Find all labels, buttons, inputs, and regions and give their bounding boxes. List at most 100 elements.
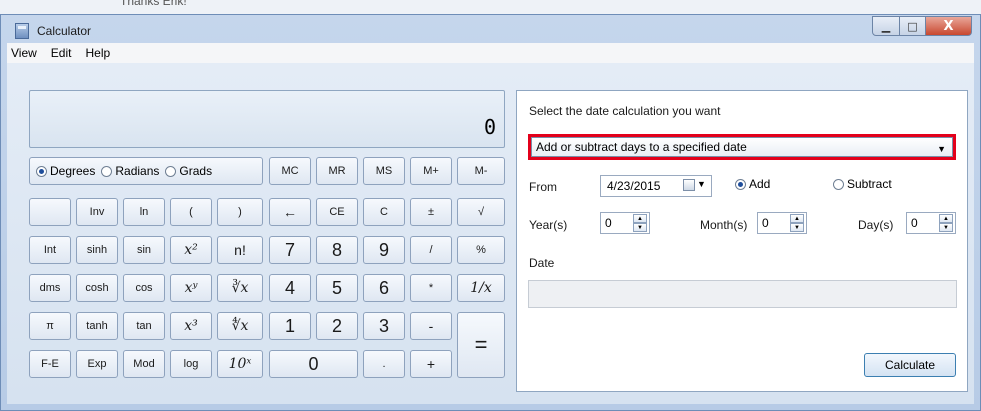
inv-button[interactable]: Inv [76, 198, 118, 226]
close-button[interactable]: X [926, 16, 972, 36]
x-cubed-button[interactable]: x³ [170, 312, 212, 340]
years-label: Year(s) [529, 218, 568, 232]
ms-button[interactable]: MS [363, 157, 405, 185]
m-minus-button[interactable]: M- [457, 157, 505, 185]
cosh-button[interactable]: cosh [76, 274, 118, 302]
months-label: Month(s) [700, 218, 748, 232]
menu-edit[interactable]: Edit [49, 46, 72, 60]
menu-bar: View Edit Help [7, 43, 974, 64]
digit-9-button[interactable]: 9 [363, 236, 405, 264]
menu-help[interactable]: Help [83, 46, 110, 60]
mc-button[interactable]: MC [269, 157, 311, 185]
digit-2-button[interactable]: 2 [316, 312, 358, 340]
spin-up-icon[interactable]: ▲ [939, 214, 953, 223]
date-calc-mode-field: Add or subtract days to a specified date… [531, 137, 953, 157]
x-power-y-button[interactable]: xʸ [170, 274, 212, 302]
years-spinner[interactable]: 0 ▲ ▼ [600, 212, 650, 234]
mr-button[interactable]: MR [316, 157, 358, 185]
minimize-button[interactable]: ▁ [872, 16, 900, 36]
digit-6-button[interactable]: 6 [363, 274, 405, 302]
sqrt-button[interactable]: √ [457, 198, 505, 226]
add-radio[interactable]: Add [735, 177, 770, 191]
maximize-button[interactable]: □ [900, 16, 926, 36]
menu-view[interactable]: View [9, 46, 37, 60]
ce-button[interactable]: CE [316, 198, 358, 226]
subtract-radio[interactable]: Subtract [833, 177, 892, 191]
digit-3-button[interactable]: 3 [363, 312, 405, 340]
plus-button[interactable]: + [410, 350, 452, 378]
add-radio-dot [735, 178, 746, 190]
int-button[interactable]: Int [29, 236, 71, 264]
calendar-icon[interactable] [683, 179, 695, 191]
radio-grads-dot [165, 165, 177, 177]
blank-button[interactable] [29, 198, 71, 226]
ten-power-x-button[interactable]: 10ˣ [217, 350, 263, 378]
calculator-app-icon [15, 23, 29, 39]
close-paren-button[interactable]: ) [217, 198, 263, 226]
months-spinner[interactable]: 0 ▲ ▼ [757, 212, 807, 234]
sinh-button[interactable]: sinh [76, 236, 118, 264]
m-plus-button[interactable]: M+ [410, 157, 452, 185]
open-paren-button[interactable]: ( [170, 198, 212, 226]
decimal-button[interactable]: . [363, 350, 405, 378]
digit-1-button[interactable]: 1 [269, 312, 311, 340]
title-bar[interactable]: Calculator ▁ □ X [1, 15, 980, 43]
plus-minus-button[interactable]: ± [410, 198, 452, 226]
digit-0-button[interactable]: 0 [269, 350, 358, 378]
spin-up-icon[interactable]: ▲ [790, 214, 804, 223]
spin-up-icon[interactable]: ▲ [633, 214, 647, 223]
radio-radians[interactable]: Radians [101, 164, 159, 178]
percent-button[interactable]: % [457, 236, 505, 264]
multiply-button[interactable]: * [410, 274, 452, 302]
radio-degrees[interactable]: Degrees [36, 164, 95, 178]
ln-button[interactable]: ln [123, 198, 165, 226]
close-icon: X [943, 18, 954, 34]
equals-button[interactable]: = [457, 312, 505, 378]
radio-grads[interactable]: Grads [165, 164, 212, 178]
angle-unit-group: Degrees Radians Grads [29, 157, 263, 185]
calculator-client-area: 0 Degrees Radians Grads MC MR MS M+ M- I… [7, 63, 974, 404]
sin-button[interactable]: sin [123, 236, 165, 264]
tan-button[interactable]: tan [123, 312, 165, 340]
spin-down-icon[interactable]: ▼ [939, 223, 953, 232]
backspace-button[interactable]: ← [269, 198, 311, 226]
log-button[interactable]: log [170, 350, 212, 378]
mod-button[interactable]: Mod [123, 350, 165, 378]
days-label: Day(s) [858, 218, 894, 232]
factorial-button[interactable]: n! [217, 236, 263, 264]
divide-button[interactable]: / [410, 236, 452, 264]
from-date-picker[interactable]: 4/23/2015 ▼ [600, 175, 712, 197]
y-root-x-button[interactable]: ∛x [217, 274, 263, 302]
date-result-label: Date [529, 256, 555, 270]
digit-4-button[interactable]: 4 [269, 274, 311, 302]
c-button[interactable]: C [363, 198, 405, 226]
from-label: From [529, 180, 557, 194]
calculate-button[interactable]: Calculate [864, 353, 956, 377]
exp-button[interactable]: Exp [76, 350, 118, 378]
window-controls: ▁ □ X [872, 16, 972, 36]
date-calculation-panel: Select the date calculation you want Add… [516, 90, 968, 392]
dms-button[interactable]: dms [29, 274, 71, 302]
spin-down-icon[interactable]: ▼ [790, 223, 804, 232]
digit-8-button[interactable]: 8 [316, 236, 358, 264]
radio-radians-dot [101, 165, 113, 177]
maximize-icon: □ [907, 19, 918, 33]
days-spinner[interactable]: 0 ▲ ▼ [906, 212, 956, 234]
window-title: Calculator [37, 24, 92, 38]
calculator-window: Calculator ▁ □ X View Edit Help 0 Degree… [0, 14, 981, 411]
x-squared-button[interactable]: x² [170, 236, 212, 264]
cos-button[interactable]: cos [123, 274, 165, 302]
spin-down-icon[interactable]: ▼ [633, 223, 647, 232]
date-calc-mode-dropdown[interactable]: Add or subtract days to a specified date… [528, 134, 956, 160]
pi-button[interactable]: π [29, 312, 71, 340]
minus-button[interactable]: - [410, 312, 452, 340]
radio-degrees-label: Degrees [50, 164, 96, 178]
digit-5-button[interactable]: 5 [316, 274, 358, 302]
f-e-button[interactable]: F-E [29, 350, 71, 378]
digit-7-button[interactable]: 7 [269, 236, 311, 264]
years-value: 0 [605, 216, 612, 230]
calendar-dropdown-icon[interactable]: ▼ [697, 179, 706, 189]
cube-root-button[interactable]: ∜x [217, 312, 263, 340]
reciprocal-button[interactable]: 1/x [457, 274, 505, 302]
tanh-button[interactable]: tanh [76, 312, 118, 340]
